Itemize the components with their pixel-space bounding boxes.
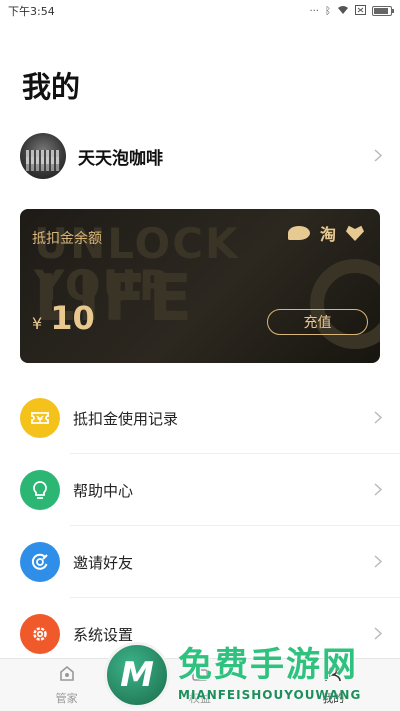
username: 天天泡咖啡 xyxy=(78,148,163,169)
gear-icon xyxy=(20,614,60,654)
ticket-icon xyxy=(20,398,60,438)
menu-item-help-center[interactable]: 帮助中心 xyxy=(0,454,400,526)
chevron-right-icon xyxy=(374,553,383,572)
balance-value: 10 xyxy=(50,299,95,337)
tab-benefits[interactable]: 权益 xyxy=(133,659,266,711)
sim-off-icon xyxy=(355,4,366,18)
status-time: 下午3:54 xyxy=(8,5,55,18)
tab-label: 管家 xyxy=(55,692,78,705)
butler-icon xyxy=(57,664,77,687)
lightbulb-icon xyxy=(20,470,60,510)
balance-label: 抵扣金余额 xyxy=(32,231,102,247)
status-icons: ··· ᛒ xyxy=(309,4,394,18)
heart-logo-icon xyxy=(346,225,364,241)
chevron-right-icon xyxy=(374,409,383,428)
bottom-nav: 管家 权益 我的 xyxy=(0,658,400,711)
battery-icon xyxy=(372,6,394,16)
more-dots-icon: ··· xyxy=(309,5,319,17)
page-title: 我的 xyxy=(22,70,81,104)
menu-label: 抵扣金使用记录 xyxy=(73,409,179,428)
partner-logos: 淘 xyxy=(287,221,364,245)
chevron-right-icon xyxy=(374,625,383,644)
menu-label: 系统设置 xyxy=(73,625,134,644)
avatar-keyboard-graphic xyxy=(26,157,60,171)
invite-icon xyxy=(20,542,60,582)
wifi-icon xyxy=(337,5,349,18)
tab-butler[interactable]: 管家 xyxy=(0,659,133,711)
benefits-icon xyxy=(190,664,210,687)
menu-item-deduction-records[interactable]: 抵扣金使用记录 xyxy=(0,382,400,454)
chevron-right-icon xyxy=(374,147,383,166)
chevron-right-icon xyxy=(374,481,383,500)
currency-symbol: ¥ xyxy=(32,314,43,333)
tab-label: 我的 xyxy=(322,692,345,705)
status-bar: 下午3:54 ··· ᛒ xyxy=(0,0,400,22)
balance-card: UNLOCK YOUR LIFE 抵扣金余额 淘 ¥ 10 充值 xyxy=(20,209,380,363)
menu-label: 帮助中心 xyxy=(73,481,134,500)
fish-logo-icon xyxy=(287,226,310,240)
menu-item-invite-friends[interactable]: 邀请好友 xyxy=(0,526,400,598)
profile-row[interactable]: 天天泡咖啡 xyxy=(20,133,383,179)
menu-label: 邀请好友 xyxy=(73,553,134,572)
profile-icon xyxy=(323,664,343,687)
tab-profile[interactable]: 我的 xyxy=(267,659,400,711)
taobao-logo: 淘 xyxy=(319,225,336,244)
bluetooth-icon: ᛒ xyxy=(325,5,331,17)
recharge-button[interactable]: 充值 xyxy=(267,309,368,335)
tab-label: 权益 xyxy=(188,692,211,705)
balance-amount: ¥ 10 xyxy=(32,299,95,337)
avatar[interactable] xyxy=(20,133,66,179)
